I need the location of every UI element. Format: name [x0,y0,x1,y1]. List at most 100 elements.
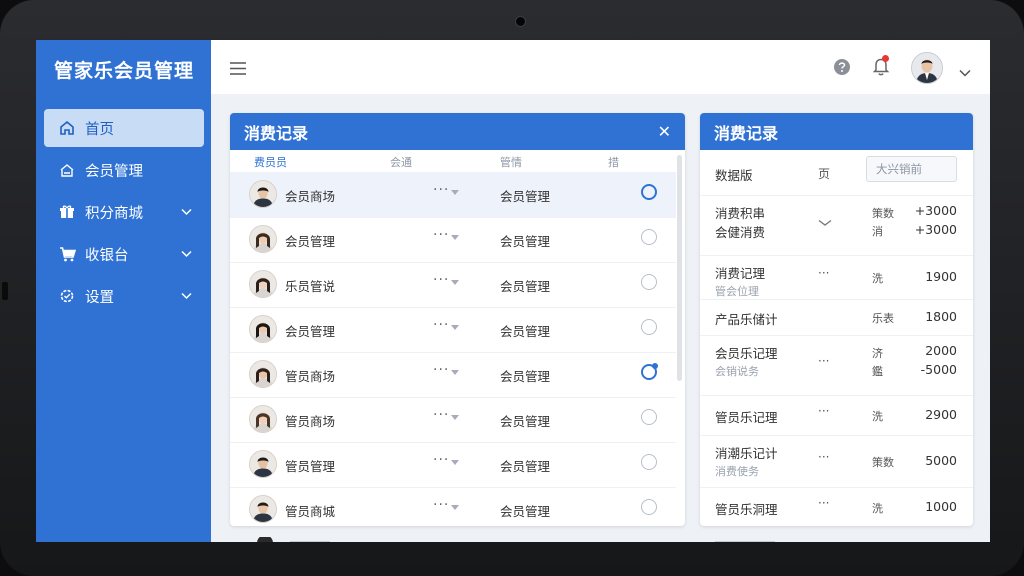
member-category: 会员管理 [500,504,551,519]
dropdown-caret-icon[interactable] [451,190,459,195]
more-icon[interactable]: ··· [433,272,449,288]
row-radio[interactable] [641,229,657,245]
table-row[interactable]: 管员商场 ··· 会员管理 [230,397,676,443]
avatar [249,315,277,343]
more-icon[interactable]: ··· [433,182,449,198]
row-radio[interactable] [641,454,657,470]
column-header[interactable]: 费员员 [254,154,287,170]
more-icon[interactable]: ··· [433,362,449,378]
more-icon[interactable]: ··· [818,496,829,510]
hamburger-icon[interactable] [230,60,246,79]
table-row[interactable]: 管员商城 ··· 会员管理 [230,487,676,526]
help-icon[interactable] [833,58,851,80]
summary-item-tag: 洗 [872,272,883,285]
sidebar-item-settings[interactable]: 设置 [44,277,204,315]
member-name: 会员管理 [285,324,336,339]
sidebar-item-checkout[interactable]: 收银台 [44,235,204,273]
avatar [249,270,277,298]
summary-item-value: 2900 [925,407,957,422]
summary-row[interactable]: 产品乐储计 乐表 1800 [700,299,973,336]
more-icon[interactable]: ··· [433,407,449,423]
summary-row[interactable]: 管员乐洞理 ··· 洗 1000 [700,487,973,526]
row-radio[interactable] [641,184,657,200]
bell-icon[interactable] [872,55,890,80]
summary-row[interactable]: 消费记理 管会位理 ··· 洗 1900 [700,255,973,300]
summary-row[interactable]: 会员乐记理 会销说务 ··· 济鑑 2000 -5000 [700,335,973,396]
front-camera [515,16,526,27]
summary-item-value-2: -5000 [920,362,957,377]
more-icon[interactable]: ··· [433,497,449,513]
sidebar-item-label: 积分商城 [85,205,143,222]
summary-panel: 消费记录 数据版 页 大兴销前 消费积串 会健消费 策数消 +3000 +3000 消费记… [700,113,973,526]
dropdown-caret-icon[interactable] [451,460,459,465]
dropdown-caret-icon[interactable] [451,280,459,285]
sidebar-item-label: 收银台 [85,247,129,264]
user-avatar[interactable] [911,52,943,84]
side-button [2,282,8,300]
table-row[interactable]: 管员商场 ··· 会员管理 [230,352,676,398]
column-header[interactable]: 措 [608,154,619,170]
table-row[interactable]: 会员商场 ··· 会员管理 [230,172,676,218]
member-name: 管员商场 [285,369,336,384]
summary-item-title: 管员乐洞理 [715,501,778,517]
summary-item-title: 产品乐储计 [715,312,778,327]
summary-item-subtitle: 消费使务 [715,465,759,478]
dropdown-caret-icon[interactable] [451,505,459,510]
summary-item-title: 管员乐记理 [715,410,778,425]
summary-item-tag: 洗 [872,410,883,423]
dropdown-caret-icon[interactable] [451,235,459,240]
dropdown-caret-icon[interactable] [451,370,459,375]
gift-icon [58,203,76,221]
dropdown-caret-icon[interactable] [451,415,459,420]
row-radio[interactable] [641,363,658,380]
records-panel-header: 消费记录 ✕ [230,113,685,150]
chevron-down-icon[interactable] [959,62,971,81]
chevron-down-icon [181,288,192,304]
row-radio[interactable] [641,274,657,290]
avatar [249,360,277,388]
scrollbar[interactable] [677,155,682,381]
more-icon[interactable]: ··· [818,266,829,280]
summary-row[interactable]: 消潮乐记计 消费使务 ··· 策数 5000 [700,435,973,488]
table-row[interactable]: 会员管理 ··· 会员管理 [230,307,676,353]
table-row[interactable]: 会员管理 ··· 会员管理 [230,217,676,263]
member-category: 会员管理 [500,234,551,249]
summary-item-title: 消费记理 [715,266,766,281]
column-header[interactable]: 会通 [390,154,412,170]
more-icon[interactable]: ··· [818,354,829,368]
sidebar-item-members[interactable]: 会员管理 [44,151,204,189]
search-input[interactable]: 大兴销前 [866,156,957,182]
tablet-frame: 管家乐会员管理 首页 会员管理 积分商城 收银台 设置 消费记录 ✕ 费员员 会… [0,0,1024,576]
chevron-down-icon[interactable] [818,216,832,230]
screen: 管家乐会员管理 首页 会员管理 积分商城 收银台 设置 消费记录 ✕ 费员员 会… [36,40,990,542]
member-category: 会员管理 [500,369,551,384]
more-icon[interactable]: ··· [433,452,449,468]
sidebar-item-points-mall[interactable]: 积分商城 [44,193,204,231]
summary-item-title: 消潮乐记计 [715,446,778,461]
close-icon[interactable]: ✕ [658,122,671,141]
row-radio[interactable] [641,409,657,425]
table-row[interactable]: 乐员管说 ··· 会员管理 [230,262,676,308]
summary-row[interactable]: 管员乐记理 ··· 洗 2900 [700,395,973,436]
summary-item-value-2: +3000 [914,222,957,237]
table-row[interactable]: 管员管理 ··· 会员管理 [230,442,676,488]
more-icon[interactable]: ··· [818,404,829,418]
summary-item-value: 5000 [925,453,957,468]
summary-row[interactable]: 消费积串 会健消费 策数消 +3000 +3000 [700,195,973,256]
gear-icon [58,287,76,305]
sidebar-item-label: 首页 [85,121,114,138]
more-icon[interactable]: ··· [433,317,449,333]
more-icon[interactable]: ··· [433,227,449,243]
dropdown-caret-icon[interactable] [451,325,459,330]
member-name: 管员商城 [285,504,336,519]
more-icon[interactable]: ··· [818,450,829,464]
sidebar-item-home[interactable]: 首页 [44,109,204,147]
column-header[interactable]: 管情 [500,154,522,170]
summary-panel-title: 消费记录 [714,123,779,143]
row-radio[interactable] [641,319,657,335]
search-placeholder: 大兴销前 [876,162,922,176]
avatar [249,180,277,208]
summary-item-tag: 洗 [872,501,883,515]
member-name: 乐员管说 [285,279,336,294]
row-radio[interactable] [641,499,657,515]
